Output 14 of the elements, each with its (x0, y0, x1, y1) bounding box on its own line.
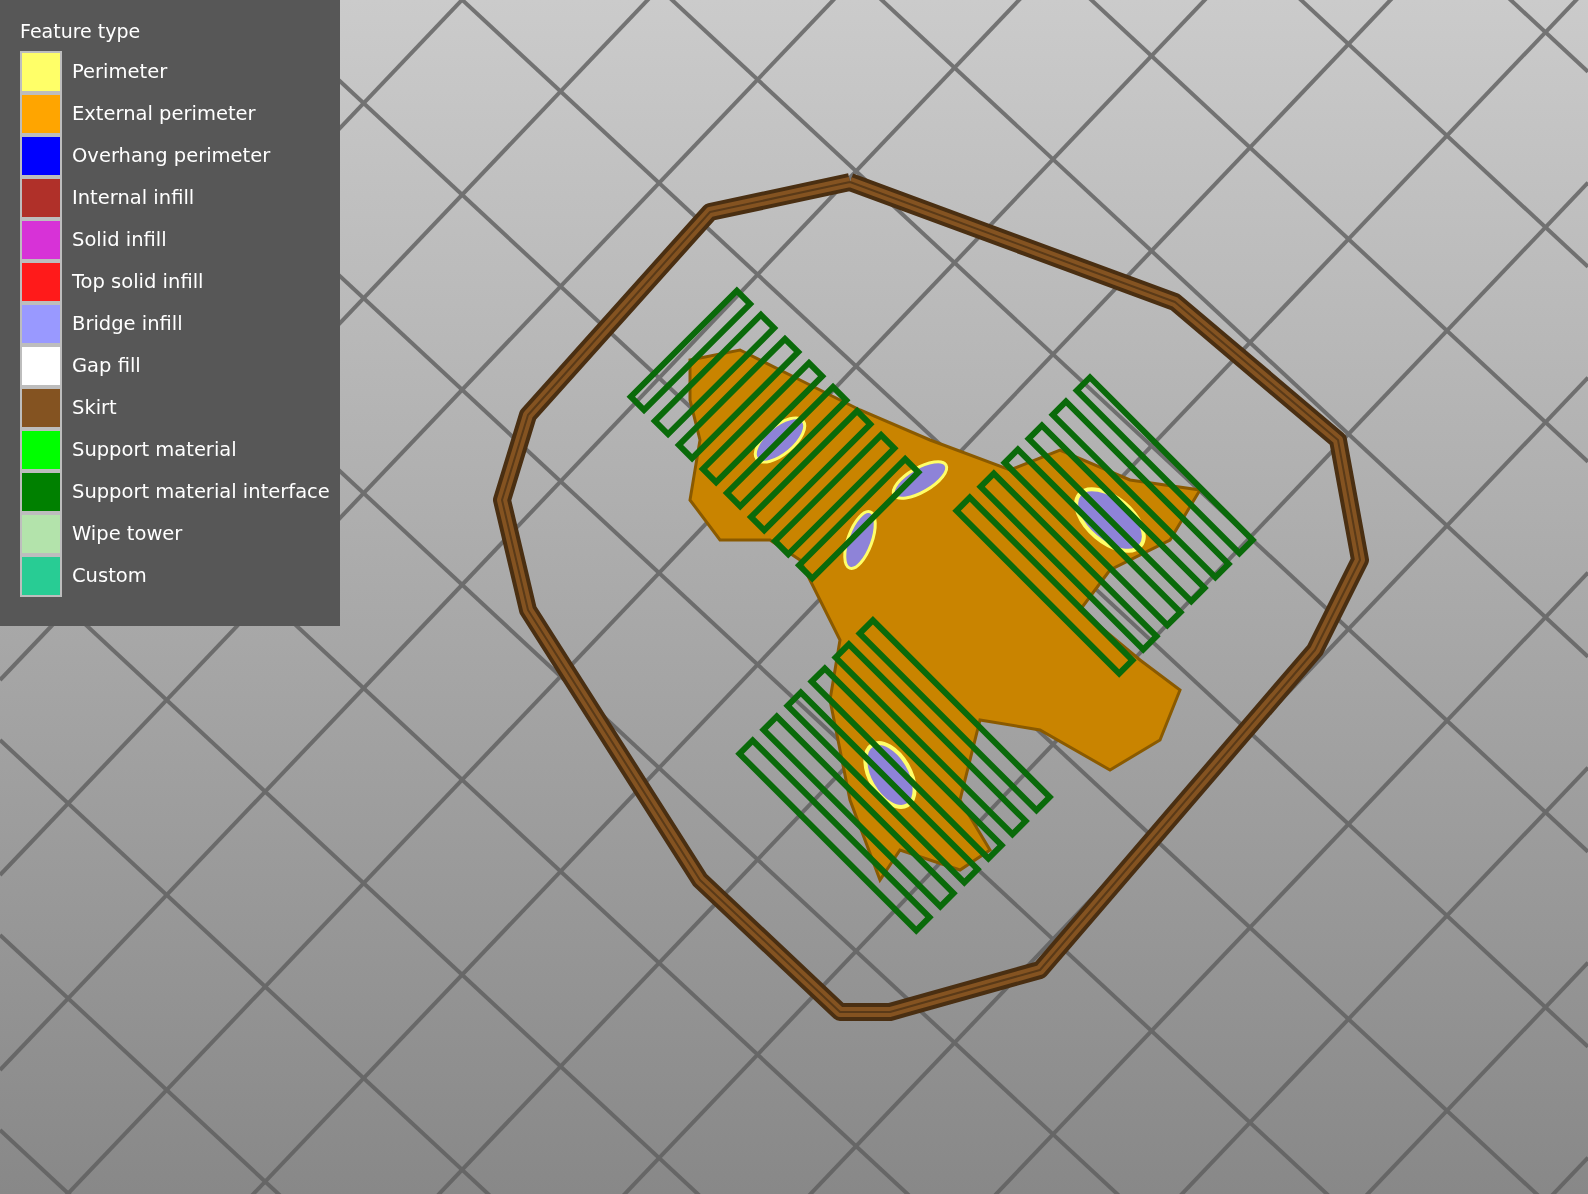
legend-label: Top solid infill (72, 269, 204, 296)
legend-label: External perimeter (72, 101, 256, 128)
legend-label: Gap fill (72, 353, 141, 380)
legend-label: Solid infill (72, 227, 167, 254)
legend-label: Support material (72, 437, 237, 464)
legend-label: Wipe tower (72, 521, 183, 548)
legend-label: Bridge infill (72, 311, 183, 338)
legend-title: Feature type (20, 20, 142, 43)
legend-label: Skirt (72, 395, 117, 422)
legend-label: Overhang perimeter (72, 143, 271, 170)
legend-label: Support material interface (72, 479, 330, 506)
legend-label: Internal infill (72, 185, 195, 212)
legend-label: Perimeter (72, 59, 168, 86)
legend-label: Custom (72, 563, 147, 590)
